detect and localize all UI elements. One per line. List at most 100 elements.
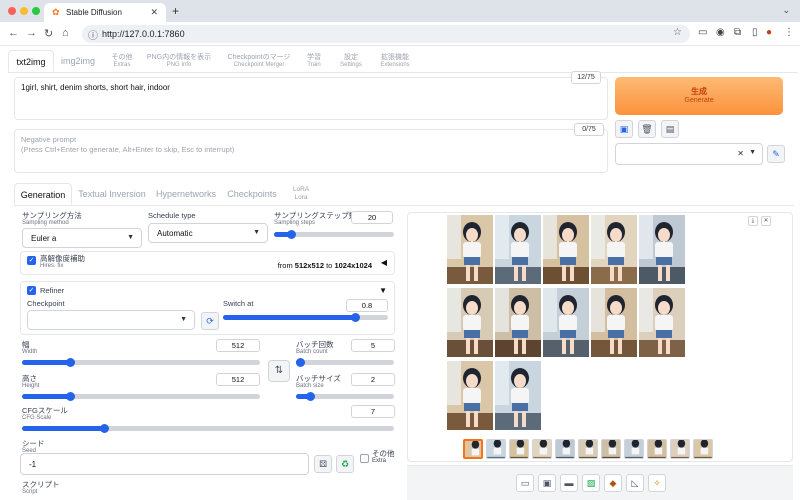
gallery-image[interactable] <box>446 214 494 285</box>
clear-styles-icon[interactable]: ✕ <box>737 149 744 158</box>
schedule-type-dropdown[interactable]: Automatic ▼ <box>148 223 268 243</box>
bookmark-star-icon[interactable]: ☆ <box>673 27 682 38</box>
cfg-scale-input[interactable]: 7 <box>351 405 395 418</box>
gallery-thumbnail[interactable] <box>463 439 483 459</box>
tab-png-info[interactable]: PNG内の情報を表示 PNG Info <box>144 50 214 72</box>
prompt-textarea[interactable]: 1girl, shirt, denim shorts, short hair, … <box>14 77 608 120</box>
extra-seed-checkbox[interactable] <box>360 454 369 463</box>
send-to-img2img-icon[interactable]: ▨ <box>582 474 600 492</box>
width-slider[interactable] <box>22 358 260 367</box>
switch-at-slider[interactable] <box>223 313 388 322</box>
batch-count-input[interactable]: 5 <box>351 339 395 352</box>
generate-button[interactable]: 生成 Generate <box>615 77 783 115</box>
site-info-icon[interactable]: ⓘ <box>88 27 98 42</box>
maximize-window-button[interactable] <box>32 7 40 15</box>
tab-generation[interactable]: Generation <box>14 183 72 205</box>
gallery-image[interactable] <box>542 214 590 285</box>
tab-train[interactable]: 学習 Train <box>302 50 326 72</box>
tab-extras[interactable]: その他 Extras <box>104 50 140 72</box>
hires-fix-checkbox[interactable]: ✓ <box>27 256 36 265</box>
gallery-image[interactable] <box>638 287 686 358</box>
gallery-thumbnail[interactable] <box>555 439 575 459</box>
extensions-puzzle-icon[interactable]: ⧉ <box>734 27 741 38</box>
seed-input[interactable]: -1 <box>20 453 309 475</box>
tab-checkpoint-merger[interactable]: Checkpointのマージ Checkpoint Merger <box>220 50 298 72</box>
tab-extensions[interactable]: 拡張機能 Extensions <box>374 50 416 72</box>
sparkle-icon[interactable]: ✧ <box>648 474 666 492</box>
send-to-inpaint-icon[interactable]: ◆ <box>604 474 622 492</box>
prompt-text[interactable]: 1girl, shirt, denim shorts, short hair, … <box>21 83 170 92</box>
tab-search-chevron-icon[interactable]: ⌄ <box>782 5 790 16</box>
tab-lora[interactable]: LoRA Lora <box>284 183 318 205</box>
forward-icon[interactable]: → <box>26 27 37 39</box>
clipboard-icon[interactable]: ▤ <box>661 120 679 138</box>
send-to-extras-icon[interactable]: ◺ <box>626 474 644 492</box>
address-bar[interactable]: ⓘ http://127.0.0.1:7860 ☆ <box>82 25 690 43</box>
gallery-image[interactable] <box>590 214 638 285</box>
random-seed-dice-icon[interactable]: ⚄ <box>314 455 332 473</box>
sampling-steps-input[interactable]: 20 <box>351 211 393 224</box>
download-icon[interactable]: ⤓ <box>748 216 758 226</box>
back-icon[interactable]: ← <box>8 27 19 39</box>
gallery-image[interactable] <box>494 287 542 358</box>
gallery-thumbnail[interactable] <box>601 439 621 459</box>
save-style-icon[interactable]: ▣ <box>615 120 633 138</box>
menu-icon[interactable]: ⋮ <box>784 27 794 38</box>
expand-caret-icon[interactable]: ▼ <box>379 286 387 295</box>
close-window-button[interactable] <box>8 7 16 15</box>
extension-avatar-icon[interactable]: ◉ <box>716 27 725 38</box>
refiner-checkpoint-dropdown[interactable]: ▼ <box>27 310 195 330</box>
height-slider[interactable] <box>22 392 260 401</box>
reload-icon[interactable]: ↻ <box>44 27 53 40</box>
gallery-image[interactable] <box>590 287 638 358</box>
collapse-caret-icon[interactable]: ◀ <box>381 258 387 267</box>
tab-img2img[interactable]: img2img <box>56 50 100 72</box>
url-text[interactable]: http://127.0.0.1:7860 <box>102 29 185 39</box>
swap-dimensions-icon[interactable]: ⇅ <box>268 360 290 382</box>
cfg-scale-slider[interactable] <box>22 424 394 433</box>
gallery-thumbnail[interactable] <box>532 439 552 459</box>
gallery-thumbnail[interactable] <box>670 439 690 459</box>
tab-checkpoints[interactable]: Checkpoints <box>226 183 278 205</box>
styles-dropdown[interactable]: ✕ ▼ <box>615 143 763 165</box>
height-input[interactable]: 512 <box>216 373 260 386</box>
gallery-thumbnail[interactable] <box>509 439 529 459</box>
gallery-image[interactable] <box>494 214 542 285</box>
sampling-steps-slider[interactable] <box>274 230 394 239</box>
batch-size-input[interactable]: 2 <box>351 373 395 386</box>
negative-prompt-textarea[interactable]: Negative prompt (Press Ctrl+Enter to gen… <box>14 129 608 173</box>
close-tab-icon[interactable]: ✕ <box>150 7 158 18</box>
tab-hypernetworks[interactable]: Hypernetworks <box>156 183 216 205</box>
refiner-checkbox[interactable]: ✓ <box>27 286 36 295</box>
tab-txt2img[interactable]: txt2img <box>8 50 54 72</box>
gallery-thumbnail[interactable] <box>624 439 644 459</box>
tab-textual-inversion[interactable]: Textual Inversion <box>78 183 146 205</box>
new-tab-icon[interactable]: + <box>172 4 179 18</box>
edit-styles-icon[interactable]: ✎ <box>767 145 785 163</box>
hires-fix-accordion[interactable]: ✓ 高解像度補助 Hires. fix from 512x512 to 1024… <box>20 251 395 275</box>
sidebar-icon[interactable]: ▯ <box>752 27 758 38</box>
browser-tab[interactable]: ✿ Stable Diffusion ✕ <box>44 3 166 22</box>
batch-count-slider[interactable] <box>295 358 394 367</box>
open-folder-icon[interactable]: ▭ <box>516 474 534 492</box>
gallery-thumbnail[interactable] <box>693 439 713 459</box>
trash-icon[interactable]: 🗑 <box>638 120 656 138</box>
gallery-image[interactable] <box>494 360 542 431</box>
gallery-image[interactable] <box>542 287 590 358</box>
home-icon[interactable]: ⌂ <box>62 27 69 39</box>
cast-icon[interactable]: ▭ <box>698 27 707 38</box>
width-input[interactable]: 512 <box>216 339 260 352</box>
batch-size-slider[interactable] <box>296 392 394 401</box>
sampling-method-dropdown[interactable]: Euler a ▼ <box>22 228 142 248</box>
refresh-checkpoint-icon[interactable]: ⟳ <box>201 312 219 330</box>
gallery-thumbnail[interactable] <box>578 439 598 459</box>
zip-icon[interactable]: ▬ <box>560 474 578 492</box>
minimize-window-button[interactable] <box>20 7 28 15</box>
close-gallery-icon[interactable]: ✕ <box>761 216 771 226</box>
switch-at-input[interactable]: 0.8 <box>346 299 388 312</box>
gallery-image[interactable] <box>446 360 494 431</box>
profile-icon[interactable]: ● <box>766 27 772 38</box>
gallery-thumbnail[interactable] <box>647 439 667 459</box>
gallery-image[interactable] <box>446 287 494 358</box>
gallery-thumbnail[interactable] <box>486 439 506 459</box>
